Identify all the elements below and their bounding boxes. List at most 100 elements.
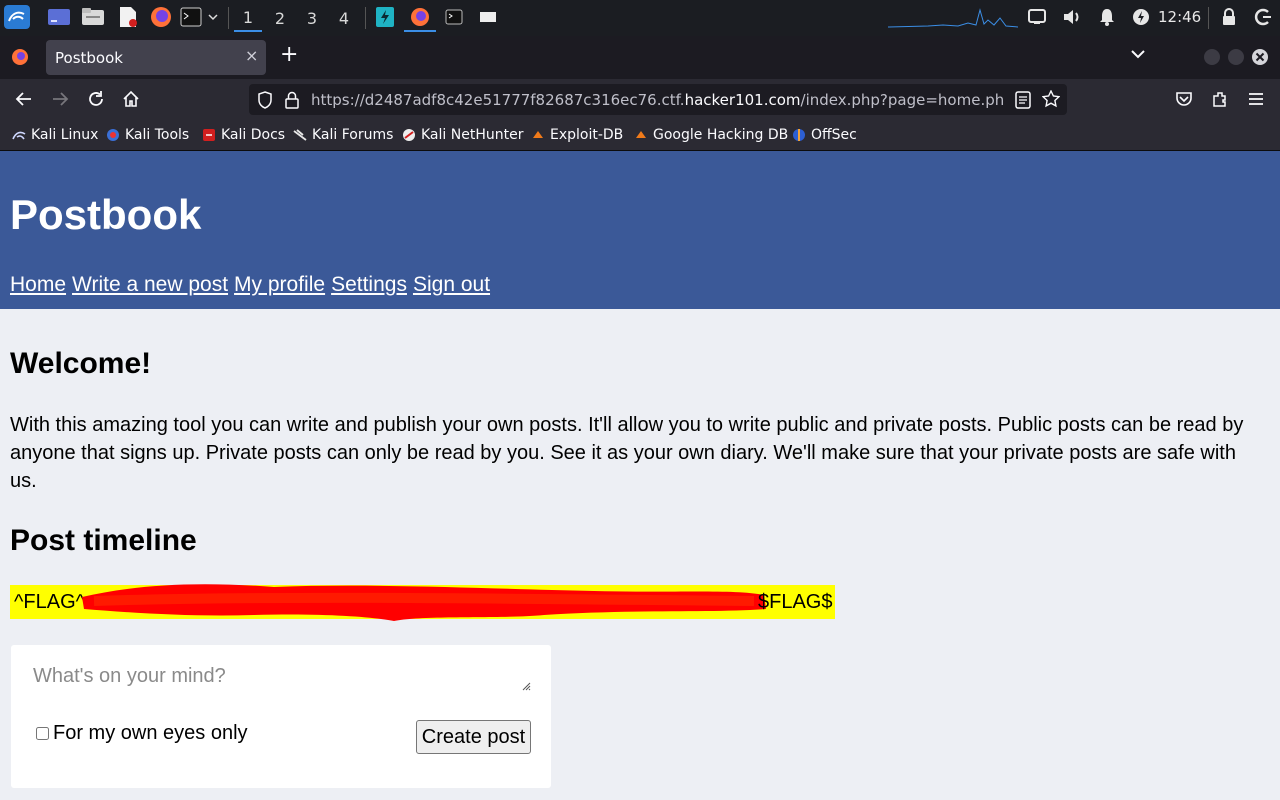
workspace-1[interactable]: 1 <box>234 4 262 32</box>
bookmark-kali-tools[interactable]: Kali Tools <box>106 126 189 144</box>
nav-write-post-link[interactable]: Write a new post <box>72 273 228 296</box>
workspace-2[interactable]: 2 <box>266 4 294 32</box>
file-manager-icon[interactable] <box>81 6 105 28</box>
taskbar-divider <box>365 7 366 29</box>
firefox-view-icon[interactable] <box>9 46 31 68</box>
kali-tools-icon <box>107 129 119 141</box>
window-button[interactable] <box>477 6 499 28</box>
text-editor-icon[interactable] <box>116 6 140 28</box>
lock-screen-icon[interactable] <box>1219 6 1239 28</box>
firefox-window-button[interactable] <box>404 4 436 32</box>
site-nav: Home Write a new post My profile Settings Si… <box>10 273 496 297</box>
bookmark-exploit-db[interactable]: Exploit-DB <box>531 126 623 144</box>
bookmark-label: Kali Docs <box>221 127 286 143</box>
close-icon[interactable]: × <box>245 46 258 65</box>
flag-post[interactable]: ^FLAG^ $FLAG$ <box>10 584 835 621</box>
menu-icon[interactable] <box>1247 90 1265 113</box>
bookmark-label: Exploit-DB <box>550 127 624 143</box>
intro-paragraph: With this amazing tool you can write and… <box>10 414 1244 492</box>
cpu-graph <box>888 6 1018 28</box>
bookmark-star-icon[interactable] <box>1041 89 1061 113</box>
system-taskbar: 1 2 3 4 12:46 <box>0 0 1280 36</box>
bookmark-label: Kali Tools <box>125 127 190 143</box>
timeline-heading: Post timeline <box>10 524 197 557</box>
home-icon[interactable] <box>122 90 140 113</box>
tab-postbook[interactable]: Postbook × <box>46 40 266 75</box>
reader-view-icon[interactable] <box>1015 91 1031 114</box>
private-post-checkbox[interactable] <box>36 727 49 740</box>
lock-icon[interactable] <box>285 91 299 114</box>
url-text[interactable]: https://d2487adf8c42e51777f82687c316ec76… <box>311 91 1005 109</box>
bookmark-label: Kali NetHunter <box>421 127 524 143</box>
browser-navbar: https://d2487adf8c42e51777f82687c316ec76… <box>0 79 1280 120</box>
site-title: Postbook <box>10 191 202 238</box>
bookmarks-toolbar: Kali Linux Kali Tools Kali Docs Kali For… <box>0 120 1280 151</box>
bookmark-label: Kali Forums <box>312 127 394 143</box>
app-window-icon[interactable] <box>374 6 396 28</box>
kali-forums-icon <box>293 129 307 141</box>
kali-dragon-icon <box>12 131 26 140</box>
address-bar[interactable]: https://d2487adf8c42e51777f82687c316ec76… <box>249 84 1067 115</box>
bookmark-google-hacking-db[interactable]: Google Hacking DB <box>634 126 788 144</box>
bookmark-offsec[interactable]: OffSec <box>792 126 857 144</box>
new-post-form: For my own eyes only Create post <box>11 645 551 788</box>
create-post-button[interactable]: Create post <box>416 720 531 754</box>
bookmark-label: OffSec <box>811 127 857 143</box>
url-suffix: /index.php?page=home.php&message <box>800 91 1005 109</box>
bookmark-kali-linux[interactable]: Kali Linux <box>12 126 98 144</box>
redaction-scribble <box>82 584 766 621</box>
minimize-button[interactable] <box>1204 49 1220 65</box>
welcome-heading: Welcome! <box>10 347 152 380</box>
window-close-button[interactable] <box>1252 49 1268 65</box>
power-manager-icon[interactable] <box>1131 6 1151 28</box>
flag-end-text: $FLAG$ <box>758 591 833 613</box>
terminal-launcher-icon[interactable] <box>180 6 202 28</box>
volume-icon[interactable] <box>1061 6 1083 28</box>
workspace-3[interactable]: 3 <box>298 4 326 32</box>
extensions-icon[interactable] <box>1211 90 1229 113</box>
logout-icon[interactable] <box>1253 6 1273 28</box>
bookmark-kali-forums[interactable]: Kali Forums <box>293 126 393 144</box>
workspace-switcher-icon[interactable] <box>47 6 71 28</box>
new-tab-button[interactable]: + <box>280 44 298 66</box>
ghdb-icon <box>636 131 646 138</box>
back-arrow-icon[interactable] <box>14 90 34 113</box>
site-header: Postbook Home Write a new post My profile S… <box>0 151 1280 309</box>
notification-bell-icon[interactable] <box>1097 6 1117 28</box>
offsec-icon <box>793 129 805 141</box>
terminal-window-button[interactable] <box>443 6 465 28</box>
bookmark-kali-docs[interactable]: Kali Docs <box>202 126 285 144</box>
nav-settings-link[interactable]: Settings <box>331 273 407 296</box>
reload-icon[interactable] <box>87 90 105 113</box>
tab-title: Postbook <box>55 49 123 67</box>
chevron-down-icon[interactable] <box>1130 47 1146 65</box>
taskbar-divider <box>228 7 229 29</box>
nav-sign-out-link[interactable]: Sign out <box>413 273 490 296</box>
kali-menu-icon[interactable] <box>4 5 30 29</box>
workspace-4[interactable]: 4 <box>330 4 358 32</box>
forward-arrow-icon[interactable] <box>50 90 70 113</box>
kali-docs-icon <box>203 129 215 141</box>
web-page: Postbook Home Write a new post My profile S… <box>0 151 1280 800</box>
chevron-down-icon[interactable] <box>206 6 220 28</box>
tracking-shield-icon[interactable] <box>257 91 273 114</box>
firefox-launcher-icon[interactable] <box>149 6 173 28</box>
screen-icon[interactable] <box>1026 6 1048 28</box>
clock[interactable]: 12:46 <box>1158 8 1201 26</box>
bookmark-kali-nethunter[interactable]: Kali NetHunter <box>402 126 523 144</box>
bookmark-label: Kali Linux <box>31 127 99 143</box>
nav-home-link[interactable]: Home <box>10 273 66 296</box>
url-domain: hacker101.com <box>684 91 801 109</box>
nethunter-icon <box>403 129 415 141</box>
browser-tab-strip: Postbook × + <box>0 36 1280 79</box>
maximize-button[interactable] <box>1228 49 1244 65</box>
url-prefix: https://d2487adf8c42e51777f82687c316ec76… <box>311 91 685 109</box>
resize-grip-icon[interactable] <box>521 681 531 691</box>
bookmark-label: Google Hacking DB <box>653 127 789 143</box>
nav-my-profile-link[interactable]: My profile <box>234 273 325 296</box>
pocket-icon[interactable] <box>1175 90 1193 113</box>
private-post-option[interactable]: For my own eyes only <box>36 722 248 745</box>
private-post-label: For my own eyes only <box>53 722 248 744</box>
taskbar-divider <box>1208 7 1209 29</box>
post-text-input[interactable] <box>33 665 533 705</box>
